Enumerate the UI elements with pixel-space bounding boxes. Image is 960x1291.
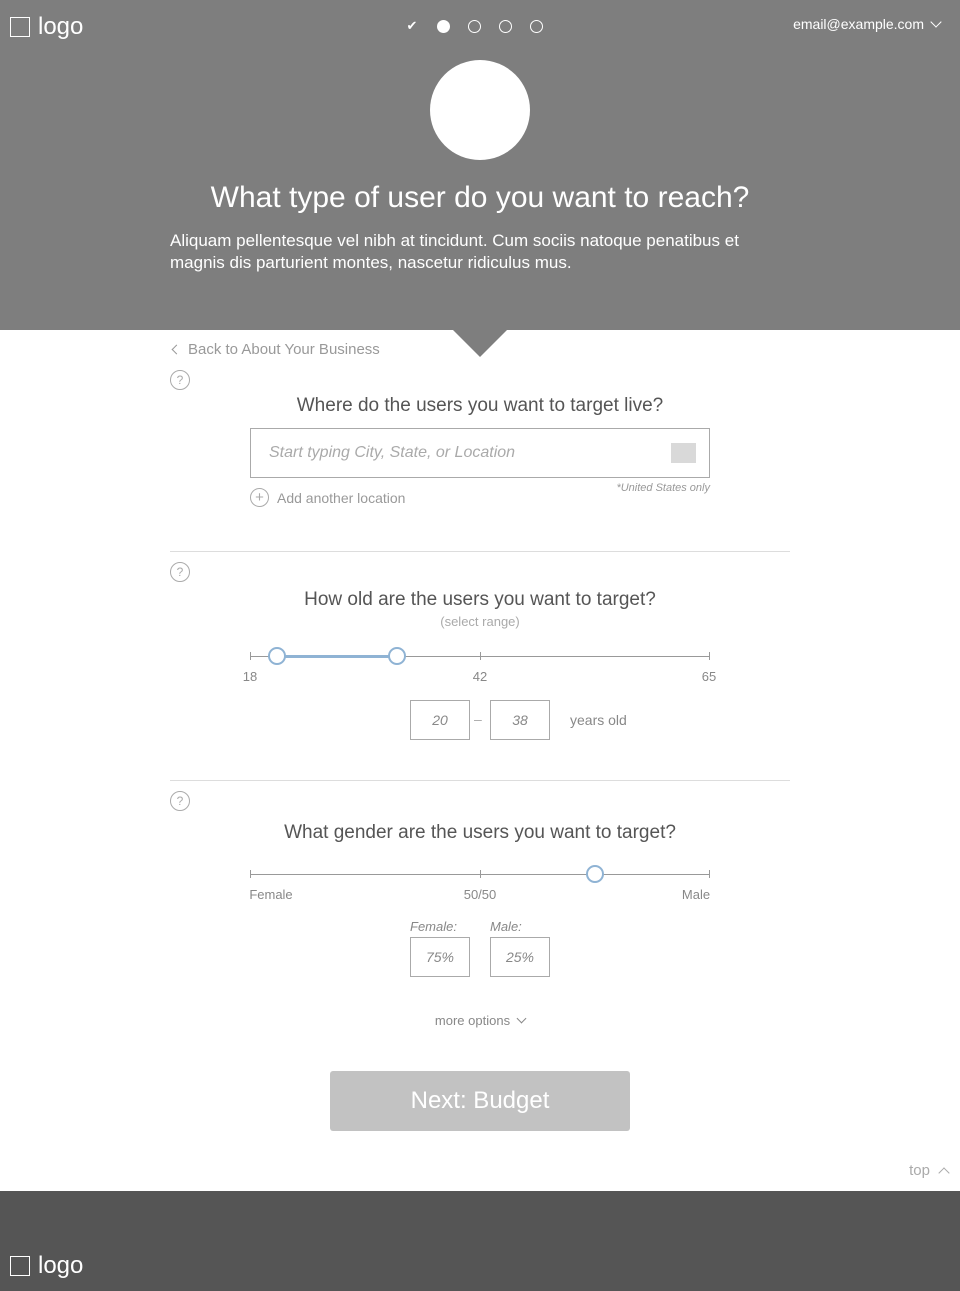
step-dot: [530, 19, 543, 33]
location-note: *United States only: [616, 482, 710, 494]
age-slider-tick: [250, 652, 251, 660]
back-to-top-link[interactable]: top: [909, 1162, 950, 1179]
gender-slider-tick: [250, 870, 251, 878]
page-description: Aliquam pellentesque vel nibh at tincidu…: [170, 231, 739, 272]
age-tick-label: 18: [242, 669, 258, 684]
back-link-label: Back to About Your Business: [188, 341, 380, 358]
chevron-up-icon: [938, 1166, 950, 1179]
divider: [170, 780, 790, 781]
gender-slider-tick: [709, 870, 710, 878]
add-location-link[interactable]: + Add another location: [250, 488, 405, 507]
age-slider-max-handle[interactable]: [388, 647, 406, 665]
divider: [170, 551, 790, 552]
hero-pointer: [452, 329, 508, 357]
help-icon[interactable]: ?: [170, 791, 190, 811]
female-percent-field[interactable]: 75%: [410, 937, 470, 977]
more-options-toggle[interactable]: more options: [0, 1013, 960, 1028]
gender-tick-label: Male: [681, 887, 711, 902]
gender-slider-tick: [480, 870, 481, 878]
account-email: email@example.com: [793, 16, 924, 32]
step-dot-current: [437, 19, 450, 33]
next-button[interactable]: Next: Budget: [330, 1071, 630, 1131]
logo[interactable]: logo: [10, 13, 83, 41]
location-question: Where do the users you want to target li…: [296, 395, 664, 416]
help-icon[interactable]: ?: [170, 562, 190, 582]
add-location-label: Add another location: [277, 489, 406, 506]
logo-icon: [10, 1256, 30, 1276]
chevron-down-icon: [516, 1013, 527, 1024]
female-label: Female:: [410, 919, 457, 934]
age-hint: (select range): [440, 614, 520, 629]
avatar: [430, 60, 530, 160]
age-slider-range: [277, 655, 397, 658]
footer: [0, 1191, 960, 1291]
logo-text: logo: [38, 13, 84, 40]
gender-slider-handle[interactable]: [586, 865, 604, 883]
page-title: What type of user do you want to reach?: [210, 181, 750, 214]
age-unit-label: years old: [570, 712, 627, 728]
age-question: How old are the users you want to target…: [304, 589, 656, 610]
gender-tick-label: 50/50: [463, 887, 497, 902]
age-tick-label: 65: [701, 669, 717, 684]
footer-logo[interactable]: logo: [10, 1252, 83, 1280]
help-icon[interactable]: ?: [170, 370, 190, 390]
back-link[interactable]: Back to About Your Business: [170, 341, 380, 358]
age-min-field[interactable]: 20: [410, 700, 470, 740]
hero-header: [0, 0, 960, 330]
step-dot: [468, 19, 481, 33]
account-menu[interactable]: email@example.com: [793, 15, 942, 32]
logo-icon: [10, 17, 30, 37]
logo-text: logo: [38, 1252, 84, 1279]
male-label: Male:: [490, 919, 522, 934]
age-slider-tick: [480, 652, 481, 660]
gender-tick-label: Female: [249, 887, 293, 902]
plus-circle-icon: +: [250, 488, 269, 507]
top-label: top: [909, 1162, 930, 1179]
step-indicator: ✔: [405, 18, 543, 34]
more-options-label: more options: [434, 1013, 511, 1028]
age-tick-label: 42: [472, 669, 488, 684]
check-icon[interactable]: ✔: [405, 18, 419, 34]
location-search-button[interactable]: [671, 443, 696, 463]
step-dot: [499, 19, 512, 33]
range-dash: –: [474, 711, 482, 727]
location-search-input[interactable]: [250, 428, 710, 478]
male-percent-field[interactable]: 25%: [490, 937, 550, 977]
gender-question: What gender are the users you want to ta…: [284, 822, 676, 843]
age-slider-min-handle[interactable]: [268, 647, 286, 665]
age-slider-tick: [709, 652, 710, 660]
age-max-field[interactable]: 38: [490, 700, 550, 740]
chevron-left-icon: [171, 344, 182, 355]
chevron-down-icon: [930, 15, 942, 28]
